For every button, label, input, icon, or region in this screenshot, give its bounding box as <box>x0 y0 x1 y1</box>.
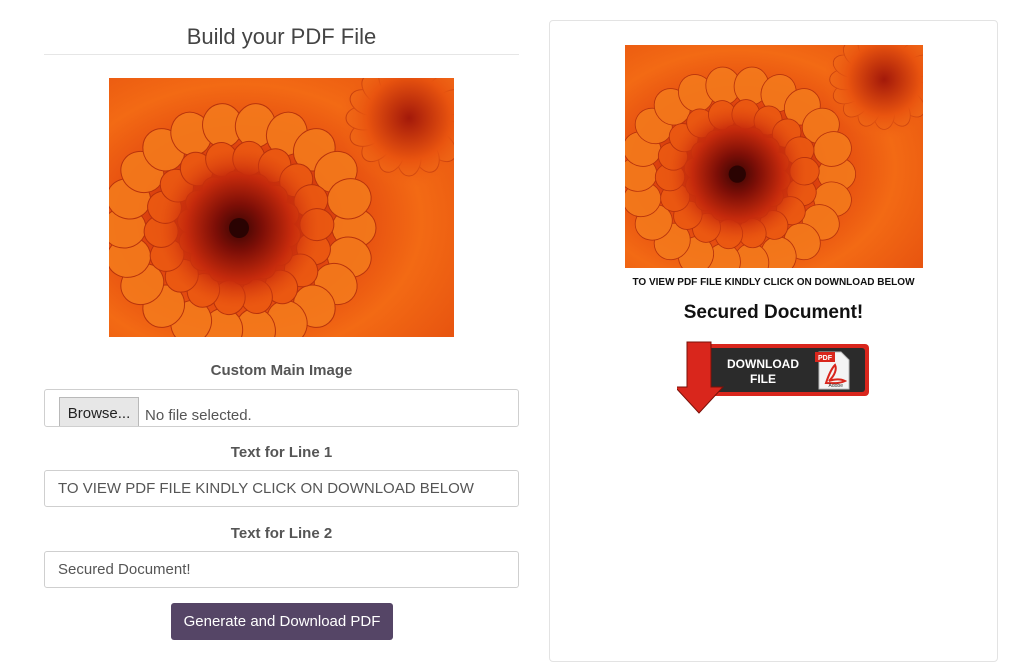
download-text-2: FILE <box>750 372 776 386</box>
line1-input[interactable] <box>44 470 519 507</box>
flower-image-icon <box>109 78 454 337</box>
preview-line2: Secured Document! <box>683 302 864 323</box>
adobe-tag: Adobe <box>829 383 844 389</box>
preview-image <box>625 45 923 268</box>
page-title: Build your PDF File <box>44 0 519 55</box>
download-text-1: DOWNLOAD <box>727 357 799 371</box>
preview-line1: TO VIEW PDF FILE KINDLY CLICK ON DOWNLOA… <box>632 277 915 288</box>
line1-label: Text for Line 1 <box>230 444 333 461</box>
builder-form: Build your PDF File Custom Main Image Br… <box>44 0 519 640</box>
pdf-preview-panel: TO VIEW PDF FILE KINDLY CLICK ON DOWNLOA… <box>549 20 998 662</box>
custom-image-label: Custom Main Image <box>210 362 353 379</box>
download-file-badge[interactable]: DOWNLOAD FILE PDF Adobe <box>677 339 872 415</box>
browse-button[interactable]: Browse... <box>59 397 139 426</box>
pdf-tag: PDF <box>818 355 833 362</box>
flower-image-icon <box>625 45 923 268</box>
download-pdf-icon: DOWNLOAD FILE PDF Adobe <box>677 341 869 414</box>
main-image <box>109 78 454 337</box>
line2-input[interactable] <box>44 551 519 588</box>
file-input[interactable]: Browse... No file selected. <box>44 389 519 427</box>
file-status-text: No file selected. <box>145 407 252 424</box>
line2-label: Text for Line 2 <box>230 525 333 542</box>
generate-download-button[interactable]: Generate and Download PDF <box>171 603 393 640</box>
